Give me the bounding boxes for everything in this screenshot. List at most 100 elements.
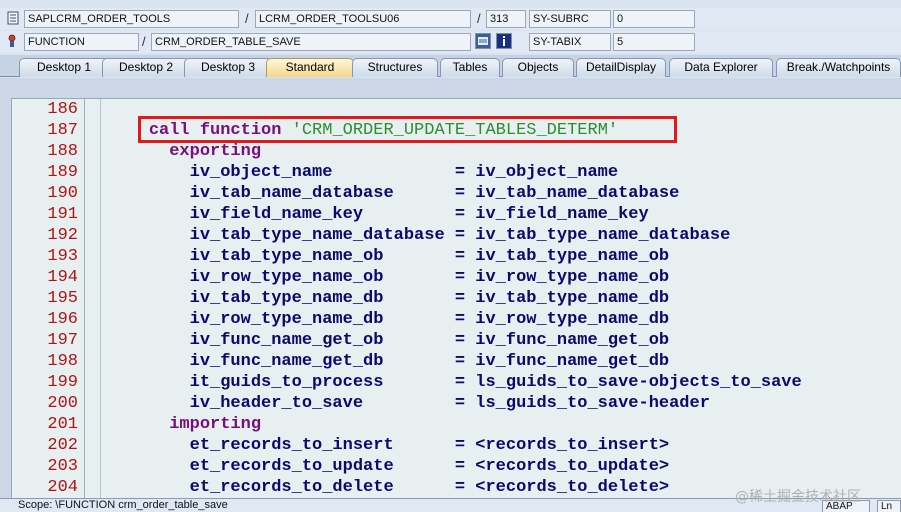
- code-line[interactable]: 198 iv_func_name_get_db = iv_func_name_g…: [12, 351, 901, 372]
- code-line[interactable]: 203 et_records_to_update = <records_to_u…: [12, 456, 901, 477]
- line-number: 197: [47, 331, 78, 350]
- function-icon: [6, 34, 20, 48]
- code-text: iv_func_name_get_ob = iv_func_name_get_o…: [108, 330, 669, 351]
- code-text: it_guids_to_process = ls_guids_to_save-o…: [108, 372, 802, 393]
- line-number: 203: [47, 457, 78, 476]
- line-number: 187: [47, 121, 78, 140]
- string-token: 'CRM_ORDER_UPDATE_TABLES_DETERM': [291, 121, 619, 140]
- code-text: iv_field_name_key = iv_field_name_key: [108, 204, 649, 225]
- keyword-token: call function: [148, 121, 292, 140]
- code-text: et_records_to_update = <records_to_updat…: [108, 456, 669, 477]
- line-number: 193: [47, 247, 78, 266]
- code-token: iv_tab_name_database = iv_tab_name_datab…: [108, 184, 680, 203]
- code-token: et_records_to_insert = <records_to_inser…: [108, 436, 670, 455]
- code-text: exporting: [108, 141, 261, 162]
- line-number: 201: [47, 415, 78, 434]
- tab-break-watchpoints[interactable]: Break./Watchpoints: [776, 58, 901, 77]
- scope-text: Scope: \FUNCTION crm_order_table_save: [18, 499, 228, 511]
- code-text: et_records_to_delete = <records_to_delet…: [108, 477, 669, 498]
- code-line[interactable]: 187 call function 'CRM_ORDER_UPDATE_TABL…: [12, 120, 901, 141]
- code-token: iv_row_type_name_ob = iv_row_type_name_o…: [108, 268, 670, 287]
- info-icon[interactable]: [496, 33, 512, 49]
- tab-tables[interactable]: Tables: [440, 58, 500, 77]
- code-token: iv_row_type_name_db = iv_row_type_name_d…: [108, 310, 670, 329]
- line-number: 194: [47, 268, 78, 287]
- code-token: iv_object_name = iv_object_name: [108, 163, 619, 182]
- sysvar-name-field[interactable]: SY-SUBRC: [529, 10, 611, 28]
- separator: /: [245, 11, 249, 26]
- tab-desktop-3[interactable]: Desktop 3: [184, 58, 272, 77]
- line-number: 199: [47, 373, 78, 392]
- code-line[interactable]: 188 exporting: [12, 141, 901, 162]
- sysvar-value-field[interactable]: 0: [613, 10, 695, 28]
- tab-objects[interactable]: Objects: [502, 58, 574, 77]
- code-text: iv_tab_name_database = iv_tab_name_datab…: [108, 183, 680, 204]
- event-type-field[interactable]: FUNCTION: [24, 33, 139, 51]
- source-display-icon[interactable]: [475, 33, 491, 49]
- line-number: 192: [47, 226, 78, 245]
- debugger-tabbar: Desktop 1 Desktop 2 Desktop 3 Standard S…: [0, 55, 901, 77]
- line-number: 189: [47, 163, 78, 182]
- tab-standard[interactable]: Standard: [266, 58, 354, 77]
- event-name-field[interactable]: CRM_ORDER_TABLE_SAVE: [151, 33, 471, 51]
- code-line[interactable]: 192 iv_tab_type_name_database = iv_tab_t…: [12, 225, 901, 246]
- code-token: iv_field_name_key = iv_field_name_key: [108, 205, 649, 224]
- tab-detail-display[interactable]: DetailDisplay: [576, 58, 666, 77]
- line-number: 195: [47, 289, 78, 308]
- code-text: et_records_to_insert = <records_to_inser…: [108, 435, 669, 456]
- header-row-event: FUNCTION / CRM_ORDER_TABLE_SAVE SY-TABIX…: [0, 31, 901, 53]
- code-line[interactable]: 199 it_guids_to_process = ls_guids_to_sa…: [12, 372, 901, 393]
- code-token: iv_func_name_get_db = iv_func_name_get_d…: [108, 352, 670, 371]
- include-field[interactable]: LCRM_ORDER_TOOLSU06: [255, 10, 471, 28]
- line-number: 190: [47, 184, 78, 203]
- code-line[interactable]: 186: [12, 99, 901, 120]
- code-line[interactable]: 189 iv_object_name = iv_object_name: [12, 162, 901, 183]
- code-text: iv_tab_type_name_ob = iv_tab_type_name_o…: [108, 246, 669, 267]
- code-line[interactable]: 197 iv_func_name_get_ob = iv_func_name_g…: [12, 330, 901, 351]
- code-line[interactable]: 191 iv_field_name_key = iv_field_name_ke…: [12, 204, 901, 225]
- code-token: iv_tab_type_name_database = iv_tab_type_…: [108, 226, 731, 245]
- code-token: iv_func_name_get_ob = iv_func_name_get_o…: [108, 331, 670, 350]
- code-line[interactable]: 202 et_records_to_insert = <records_to_i…: [12, 435, 901, 456]
- code-token: iv_tab_type_name_ob = iv_tab_type_name_o…: [108, 247, 670, 266]
- sysvar-name-field[interactable]: SY-TABIX: [529, 33, 611, 51]
- code-token: it_guids_to_process = ls_guids_to_save-o…: [108, 373, 802, 392]
- line-number: 202: [47, 436, 78, 455]
- line-indicator: Ln: [877, 500, 901, 512]
- code-line[interactable]: 200 iv_header_to_save = ls_guids_to_save…: [12, 393, 901, 414]
- keyword-token: importing: [169, 415, 262, 434]
- code-line[interactable]: 190 iv_tab_name_database = iv_tab_name_d…: [12, 183, 901, 204]
- program-field[interactable]: SAPLCRM_ORDER_TOOLS: [24, 10, 239, 28]
- code-text: iv_func_name_get_db = iv_func_name_get_d…: [108, 351, 669, 372]
- code-text: iv_header_to_save = ls_guids_to_save-hea…: [108, 393, 710, 414]
- tab-data-explorer[interactable]: Data Explorer: [669, 58, 773, 77]
- program-icon: [6, 11, 20, 25]
- line-number: 196: [47, 310, 78, 329]
- code-text: importing: [108, 414, 261, 435]
- line-number: 200: [47, 394, 78, 413]
- code-text: iv_tab_type_name_database = iv_tab_type_…: [108, 225, 731, 246]
- code-text: iv_tab_type_name_db = iv_tab_type_name_d…: [108, 288, 669, 309]
- code-text: iv_row_type_name_ob = iv_row_type_name_o…: [108, 267, 669, 288]
- sysvar-value-field[interactable]: 5: [613, 33, 695, 51]
- header-row-program: SAPLCRM_ORDER_TOOLS / LCRM_ORDER_TOOLSU0…: [0, 8, 901, 30]
- tab-desktop-2[interactable]: Desktop 2: [102, 58, 190, 77]
- watermark: @稀土掘金技术社区: [735, 489, 861, 505]
- code-token: et_records_to_delete = <records_to_delet…: [108, 478, 670, 497]
- line-number-field[interactable]: 313: [486, 10, 526, 28]
- code-line[interactable]: 196 iv_row_type_name_db = iv_row_type_na…: [12, 309, 901, 330]
- line-number: 186: [47, 100, 78, 119]
- tab-structures[interactable]: Structures: [352, 58, 438, 77]
- source-code-editor[interactable]: 186 187 call function 'CRM_ORDER_UPDATE_T…: [11, 98, 901, 498]
- code-text: call function 'CRM_ORDER_UPDATE_TABLES_D…: [108, 120, 618, 141]
- code-line[interactable]: 201 importing: [12, 414, 901, 435]
- code-text: iv_row_type_name_db = iv_row_type_name_d…: [108, 309, 669, 330]
- code-line[interactable]: 193 iv_tab_type_name_ob = iv_tab_type_na…: [12, 246, 901, 267]
- code-token: et_records_to_update = <records_to_updat…: [108, 457, 670, 476]
- tab-desktop-1[interactable]: Desktop 1: [19, 58, 109, 77]
- code-line[interactable]: 195 iv_tab_type_name_db = iv_tab_type_na…: [12, 288, 901, 309]
- source-code-frame: 186 187 call function 'CRM_ORDER_UPDATE_T…: [0, 78, 901, 498]
- code-text: iv_object_name = iv_object_name: [108, 162, 618, 183]
- code-line[interactable]: 194 iv_row_type_name_ob = iv_row_type_na…: [12, 267, 901, 288]
